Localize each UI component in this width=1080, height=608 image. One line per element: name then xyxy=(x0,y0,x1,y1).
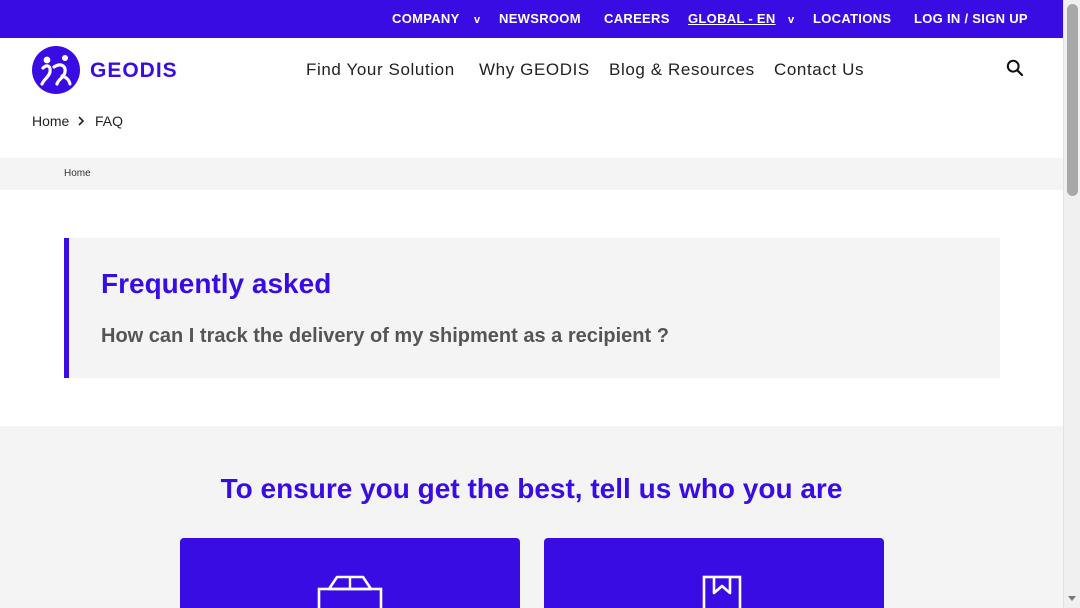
faq-card: Frequently asked How can I track the del… xyxy=(64,238,1000,378)
box-icon xyxy=(317,575,383,608)
main-header: GEODIS Find Your Solution Why GEODIS Blo… xyxy=(0,38,1063,102)
audience-section: To ensure you get the best, tell us who … xyxy=(0,426,1063,608)
nav-find-your-solution[interactable]: Find Your Solution xyxy=(306,60,455,80)
language-dropdown-caret-icon[interactable]: v xyxy=(788,14,794,26)
topbar-careers-link[interactable]: CAREERS xyxy=(604,11,670,26)
band-home-link[interactable]: Home xyxy=(64,168,91,179)
faq-question: How can I track the delivery of my shipm… xyxy=(101,325,669,347)
breadcrumb-home[interactable]: Home xyxy=(32,113,69,129)
audience-heading: To ensure you get the best, tell us who … xyxy=(220,473,843,504)
geodis-logo-icon xyxy=(32,46,80,94)
company-dropdown-caret-icon[interactable]: v xyxy=(474,14,480,26)
topbar-language-link[interactable]: GLOBAL - EN xyxy=(688,11,776,26)
scroll-down-arrow-icon[interactable] xyxy=(1068,596,1076,601)
top-utility-bar: COMPANY v NEWSROOM CAREERS GLOBAL - EN v… xyxy=(0,0,1063,38)
nav-blog-resources[interactable]: Blog & Resources xyxy=(609,60,755,80)
faq-title: Frequently asked xyxy=(101,268,332,299)
topbar-newsroom-link[interactable]: NEWSROOM xyxy=(499,11,581,26)
topbar-locations-link[interactable]: LOCATIONS xyxy=(813,11,891,26)
nav-contact-us[interactable]: Contact Us xyxy=(774,60,864,80)
scrollbar-thumb[interactable] xyxy=(1067,4,1078,196)
audience-tile-shipper[interactable] xyxy=(180,538,520,608)
audience-tile-recipient[interactable] xyxy=(544,538,884,608)
geodis-logo[interactable]: GEODIS xyxy=(32,46,182,94)
logo-wordmark: GEODIS xyxy=(90,59,178,82)
page: COMPANY v NEWSROOM CAREERS GLOBAL - EN v… xyxy=(0,0,1063,608)
chevron-right-icon xyxy=(78,116,85,126)
topbar-company-link[interactable]: COMPANY xyxy=(392,11,460,26)
bookmark-icon xyxy=(702,575,742,608)
vertical-scrollbar[interactable] xyxy=(1063,0,1080,608)
topbar-login-link[interactable]: LOG IN / SIGN UP xyxy=(914,11,1028,26)
breadcrumb-current: FAQ xyxy=(95,113,124,129)
secondary-breadcrumb-band: Home xyxy=(0,158,1063,190)
search-icon[interactable] xyxy=(1006,59,1024,77)
nav-why-geodis[interactable]: Why GEODIS xyxy=(479,60,590,80)
